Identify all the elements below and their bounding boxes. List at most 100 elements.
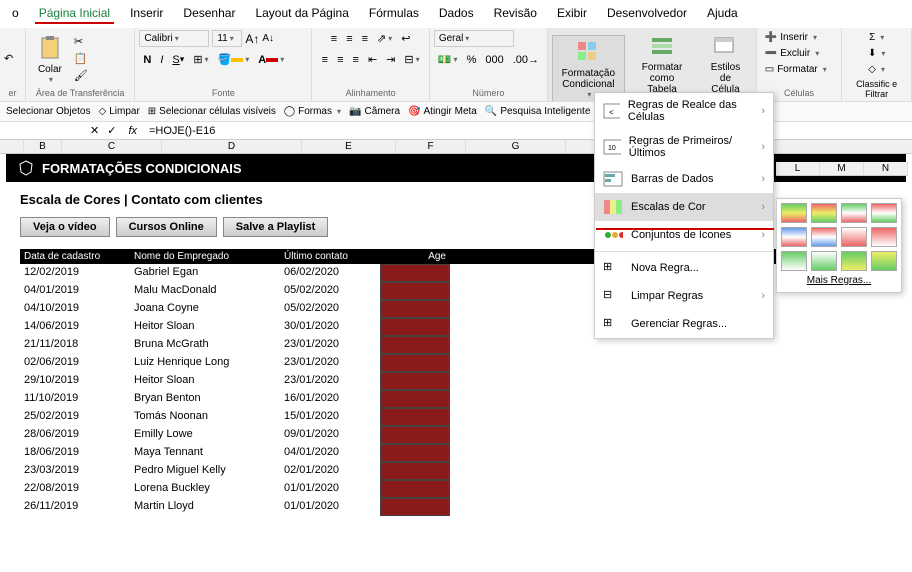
percent-icon[interactable]: %: [463, 51, 481, 68]
name-box[interactable]: [2, 129, 82, 133]
cell-age[interactable]: 635: [380, 282, 450, 300]
cut-icon[interactable]: ✂: [74, 35, 88, 48]
menu-help[interactable]: Ajuda: [703, 4, 742, 24]
cell-date[interactable]: 18/06/2019: [20, 444, 130, 462]
font-name-select[interactable]: Calibri: [139, 30, 209, 47]
cancel-icon[interactable]: ✕: [90, 124, 99, 137]
undo-icon[interactable]: ↶: [4, 52, 13, 65]
table-row[interactable]: 22/08/2019 Lorena Buckley 01/01/2020 670: [20, 480, 892, 498]
cell-last-contact[interactable]: 23/01/2020: [280, 372, 380, 390]
table-row[interactable]: 18/06/2019 Maya Tennant 04/01/2020 667: [20, 444, 892, 462]
cf-highlight-rules[interactable]: < Regras de Realce das Células›: [595, 93, 773, 129]
cell-last-contact[interactable]: 01/01/2020: [280, 480, 380, 498]
scale-rw[interactable]: [871, 227, 897, 247]
copy-icon[interactable]: 📋: [74, 52, 88, 65]
more-rules-link[interactable]: Mais Regras...: [781, 271, 897, 288]
scale-gwr[interactable]: [841, 203, 867, 223]
align-right-icon[interactable]: ≡: [349, 51, 363, 68]
cell-last-contact[interactable]: 02/01/2020: [280, 462, 380, 480]
font-color-button[interactable]: A: [254, 51, 288, 68]
cell-date[interactable]: 26/11/2019: [20, 498, 130, 516]
fill-color-button[interactable]: 🪣: [214, 51, 254, 68]
clear-button-ctx[interactable]: ◇ Limpar: [99, 106, 140, 117]
cell-age[interactable]: 670: [380, 480, 450, 498]
cell-last-contact[interactable]: 01/01/2020: [280, 498, 380, 516]
fill-button[interactable]: ⬇: [864, 46, 889, 61]
align-bottom-icon[interactable]: ≡: [358, 30, 372, 47]
smart-lookup-button[interactable]: 🔍 Pesquisa Inteligente: [485, 106, 591, 117]
menu-view[interactable]: Exibir: [553, 4, 591, 24]
select-objects-button[interactable]: Selecionar Objetos: [6, 106, 91, 117]
cell-last-contact[interactable]: 05/02/2020: [280, 282, 380, 300]
table-row[interactable]: 29/10/2019 Heitor Sloan 23/01/2020 648: [20, 372, 892, 390]
cell-date[interactable]: 23/03/2019: [20, 462, 130, 480]
menu-file[interactable]: o: [8, 4, 23, 24]
cell-last-contact[interactable]: 23/01/2020: [280, 354, 380, 372]
wrap-text-icon[interactable]: ↩: [397, 30, 414, 47]
cell-last-contact[interactable]: 05/02/2020: [280, 300, 380, 318]
cell-name[interactable]: Luiz Henrique Long: [130, 354, 280, 372]
cell-name[interactable]: Pedro Miguel Kelly: [130, 462, 280, 480]
cell-age[interactable]: 648: [380, 372, 450, 390]
cell-last-contact[interactable]: 09/01/2020: [280, 426, 380, 444]
autosum-button[interactable]: Σ: [865, 30, 888, 45]
scale-wg[interactable]: [811, 251, 837, 271]
cell-age[interactable]: 669: [380, 462, 450, 480]
cell-age[interactable]: 634: [380, 264, 450, 282]
scale-wr[interactable]: [841, 227, 867, 247]
decrease-font-icon[interactable]: A↓: [262, 33, 274, 44]
format-cells-button[interactable]: ▭Formatar: [761, 62, 831, 77]
cell-last-contact[interactable]: 06/02/2020: [280, 264, 380, 282]
indent-increase-icon[interactable]: ⇥: [382, 51, 399, 68]
cell-age[interactable]: 662: [380, 426, 450, 444]
formula-input[interactable]: [149, 125, 910, 137]
col-header[interactable]: N: [864, 162, 908, 176]
table-row[interactable]: 11/10/2019 Bryan Benton 16/01/2020 655: [20, 390, 892, 408]
cell-age[interactable]: 656: [380, 408, 450, 426]
col-a[interactable]: [0, 140, 24, 153]
confirm-icon[interactable]: ✓: [107, 124, 116, 137]
camera-button[interactable]: 📷 Câmera: [349, 106, 400, 117]
cf-top-bottom-rules[interactable]: 10 Regras de Primeiros/Últimos›: [595, 129, 773, 165]
cell-date[interactable]: 12/02/2019: [20, 264, 130, 282]
format-painter-icon[interactable]: 🖌: [74, 69, 88, 82]
select-visible-cells-button[interactable]: ⊞ Selecionar células visíveis: [148, 106, 276, 117]
align-center-icon[interactable]: ≡: [333, 51, 347, 68]
scale-gyr[interactable]: [781, 203, 807, 223]
cell-date[interactable]: 21/11/2018: [20, 336, 130, 354]
cell-name[interactable]: Emilly Lowe: [130, 426, 280, 444]
col-header[interactable]: B: [24, 140, 62, 153]
menu-home[interactable]: Página Inicial: [35, 4, 114, 24]
col-header[interactable]: D: [162, 140, 302, 153]
insert-cells-button[interactable]: ➕Inserir: [761, 30, 821, 45]
indent-decrease-icon[interactable]: ⇤: [364, 51, 381, 68]
number-format-select[interactable]: Geral: [434, 30, 514, 47]
cell-name[interactable]: Heitor Sloan: [130, 372, 280, 390]
table-row[interactable]: 02/06/2019 Luiz Henrique Long 23/01/2020…: [20, 354, 892, 372]
scale-gw[interactable]: [781, 251, 807, 271]
cell-name[interactable]: Gabriel Egan: [130, 264, 280, 282]
italic-button[interactable]: I: [156, 51, 167, 68]
cf-color-scales[interactable]: Escalas de Cor›: [595, 193, 773, 221]
cell-date[interactable]: 02/06/2019: [20, 354, 130, 372]
table-row[interactable]: 25/02/2019 Tomás Noonan 15/01/2020 656: [20, 408, 892, 426]
cell-last-contact[interactable]: 30/01/2020: [280, 318, 380, 336]
cf-clear-rules[interactable]: ⊟ Limpar Regras›: [595, 282, 773, 310]
cell-name[interactable]: Malu MacDonald: [130, 282, 280, 300]
comma-icon[interactable]: 000: [481, 51, 507, 68]
decimal-inc-icon[interactable]: .00→: [509, 51, 543, 68]
cell-age[interactable]: 655: [380, 390, 450, 408]
increase-font-icon[interactable]: A↑: [245, 32, 259, 46]
cell-last-contact[interactable]: 23/01/2020: [280, 336, 380, 354]
cf-icon-sets[interactable]: Conjuntos de Ícones›: [595, 221, 773, 249]
cell-last-contact[interactable]: 04/01/2020: [280, 444, 380, 462]
merge-icon[interactable]: ⊟: [400, 51, 423, 68]
delete-cells-button[interactable]: ➖Excluir: [761, 46, 823, 61]
fx-icon[interactable]: fx: [124, 125, 141, 137]
menu-draw[interactable]: Desenhar: [179, 4, 239, 24]
playlist-button[interactable]: Salve a Playlist: [223, 217, 329, 237]
bold-button[interactable]: N: [139, 51, 155, 68]
cell-date[interactable]: 29/10/2019: [20, 372, 130, 390]
menu-layout[interactable]: Layout da Página: [251, 4, 352, 24]
cf-data-bars[interactable]: Barras de Dados›: [595, 165, 773, 193]
